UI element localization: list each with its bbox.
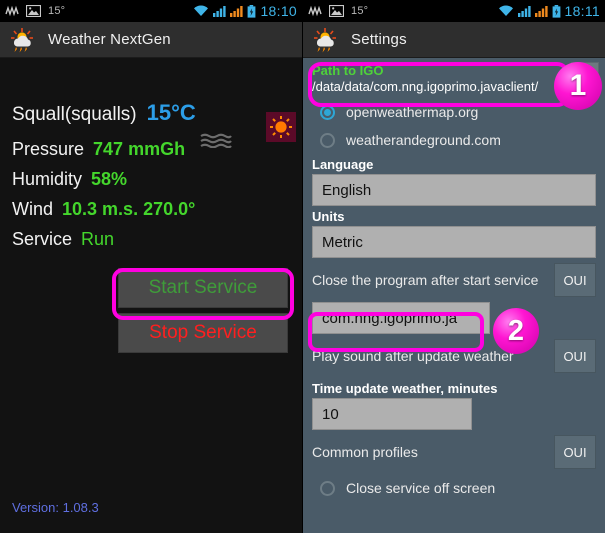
status-bar-clock: 18:10	[260, 3, 297, 19]
weather-readout: Squall(squalls) 15°C Pressure 747 mmGh H…	[0, 100, 302, 250]
wind-label: Wind	[12, 199, 54, 219]
common-profiles-row: Common profiles OUI	[303, 430, 605, 474]
activity-icon	[5, 5, 19, 17]
status-bar-right-icons: 18:10	[193, 3, 297, 19]
temperature-value: 15°C	[146, 100, 196, 125]
radio-unselected-icon[interactable]	[320, 480, 335, 496]
status-bar-right: 15° 18:11	[303, 0, 605, 22]
play-sound-row: Play sound after update weather OUI	[303, 334, 605, 378]
pressure-label: Pressure	[12, 139, 85, 159]
humidity-row: Humidity 58%	[12, 169, 290, 190]
start-service-button[interactable]: Start Service	[118, 268, 288, 308]
wifi-icon	[193, 5, 209, 17]
provider-wunderground-row[interactable]: weatherandeground.com	[303, 126, 605, 154]
weather-storm-icon	[312, 27, 338, 53]
step-badge-1: 1	[554, 62, 602, 110]
pressure-value: 747 mmGh	[93, 139, 186, 159]
current-condition-row: Squall(squalls) 15°C	[12, 100, 290, 126]
units-label: Units	[312, 209, 345, 224]
sun-icon	[266, 112, 296, 142]
humidity-label: Humidity	[12, 169, 83, 189]
settings-list: Path to IGO /data/data/com.nng.igoprimo.…	[303, 58, 605, 502]
battery-icon	[552, 4, 561, 18]
signal-icon	[517, 5, 531, 17]
weather-app-panel: 15° 18:10 Weather NextGen Squall(squalls…	[0, 0, 302, 533]
activity-icon	[308, 5, 322, 17]
close-after-start-toggle[interactable]: OUI	[554, 263, 596, 297]
signal-icon	[534, 5, 548, 17]
app-title: Weather NextGen	[48, 31, 171, 48]
service-buttons: Start Service Stop Service	[118, 268, 288, 353]
signal-icon	[213, 5, 227, 17]
app-title-bar: Weather NextGen	[0, 22, 302, 58]
provider-wunderground-label: weatherandeground.com	[346, 132, 501, 148]
radio-selected-icon[interactable]	[320, 104, 335, 120]
screenshot-root: 15° 18:10 Weather NextGen Squall(squalls…	[0, 0, 605, 533]
settings-title: Settings	[351, 31, 407, 48]
pressure-row: Pressure 747 mmGh	[12, 139, 290, 160]
version-label: Version: 1.08.3	[12, 500, 99, 515]
wifi-icon	[498, 5, 514, 17]
status-bar-left-icons: 15°	[5, 4, 66, 18]
language-label: Language	[312, 157, 374, 172]
status-bar-clock: 18:11	[564, 3, 600, 19]
close-after-start-label: Close the program after start service	[312, 272, 539, 288]
step-badge-2: 2	[493, 308, 539, 354]
close-off-screen-row[interactable]: Close service off screen	[303, 474, 605, 502]
service-status: Run	[81, 229, 115, 249]
humidity-value: 58%	[91, 169, 128, 189]
common-profiles-label: Common profiles	[312, 444, 418, 460]
units-input[interactable]: Metric	[312, 226, 596, 258]
wind-value: 10.3 m.s. 270.0°	[62, 199, 196, 219]
image-icon	[25, 4, 42, 18]
image-icon	[328, 4, 345, 18]
service-row: Service Run	[12, 229, 290, 250]
settings-title-bar: Settings	[303, 22, 605, 58]
provider-openweathermap-label: openweathermap.org	[346, 104, 479, 120]
status-bar-temperature: 15°	[351, 5, 369, 17]
language-input[interactable]: English	[312, 174, 596, 206]
stop-service-button[interactable]: Stop Service	[118, 313, 288, 353]
close-after-start-row: Close the program after start service OU…	[303, 258, 605, 302]
condition-label: Squall(squalls)	[12, 104, 137, 125]
play-sound-toggle[interactable]: OUI	[554, 339, 596, 373]
signal-icon	[230, 5, 244, 17]
time-update-input[interactable]: 10	[312, 398, 472, 430]
battery-icon	[247, 4, 256, 18]
status-bar-temperature: 15°	[48, 5, 66, 17]
path-to-igo-label: Path to IGO	[312, 63, 384, 78]
package-name-input[interactable]: com.nng.igoprimo.ja	[312, 302, 490, 334]
radio-unselected-icon[interactable]	[320, 132, 335, 148]
wind-row: Wind 10.3 m.s. 270.0°	[12, 199, 290, 220]
play-sound-label: Play sound after update weather	[312, 348, 514, 364]
close-off-screen-label: Close service off screen	[346, 480, 496, 496]
status-bar-left-icons: 15°	[308, 4, 369, 18]
time-update-label: Time update weather, minutes	[312, 381, 498, 396]
status-bar-left: 15° 18:10	[0, 0, 302, 22]
settings-panel: 15° 18:11 Settings Path to IGO /data/dat…	[303, 0, 605, 533]
wave-lines-icon	[200, 132, 232, 153]
service-label: Service	[12, 229, 73, 249]
common-profiles-toggle[interactable]: OUI	[554, 435, 596, 469]
status-bar-right-icons: 18:11	[498, 3, 601, 19]
weather-storm-icon	[9, 27, 35, 53]
